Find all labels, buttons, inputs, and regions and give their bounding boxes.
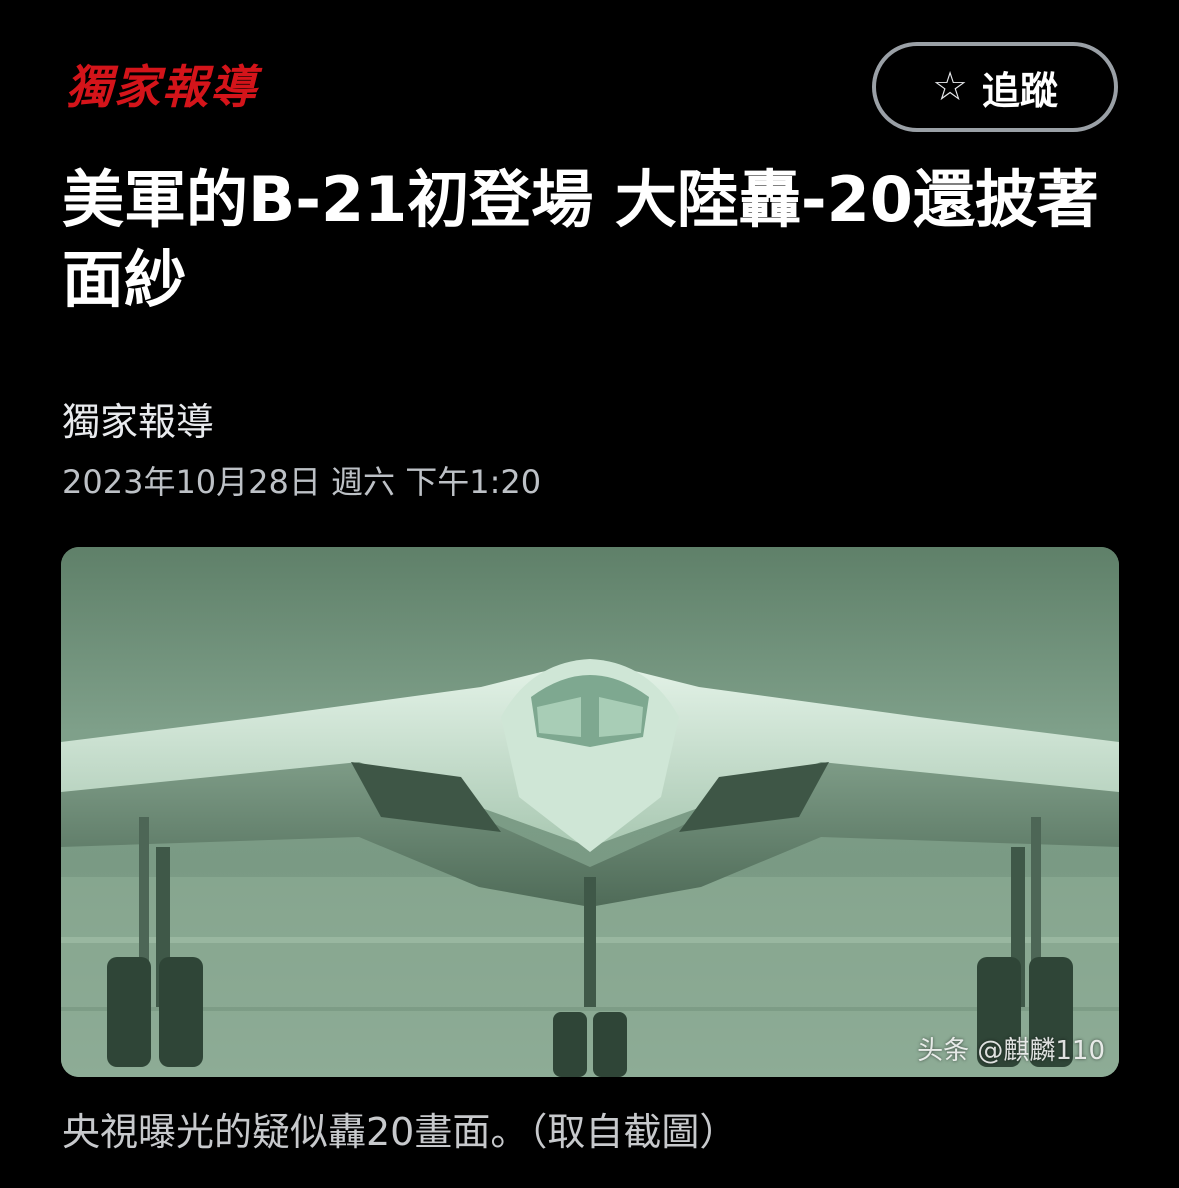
- article-source[interactable]: 獨家報導: [62, 398, 214, 446]
- star-icon: ☆: [932, 64, 968, 110]
- article-title: 美軍的B-21初登場 大陸轟-20還披著面紗: [62, 163, 1099, 316]
- stealth-bomber-image: [61, 547, 1119, 1077]
- follow-button[interactable]: ☆ 追蹤: [872, 42, 1118, 132]
- follow-label: 追蹤: [981, 68, 1058, 113]
- publisher-logo: 獨家報導: [66, 60, 258, 114]
- image-watermark: 头条 @麒麟110: [917, 1036, 1105, 1066]
- article-hero-image[interactable]: 头条 @麒麟110: [61, 547, 1119, 1077]
- image-caption: 央視曝光的疑似轟20畫面。（取自截圖）: [62, 1110, 738, 1154]
- article-timestamp: 2023年10月28日 週六 下午1:20: [62, 463, 542, 501]
